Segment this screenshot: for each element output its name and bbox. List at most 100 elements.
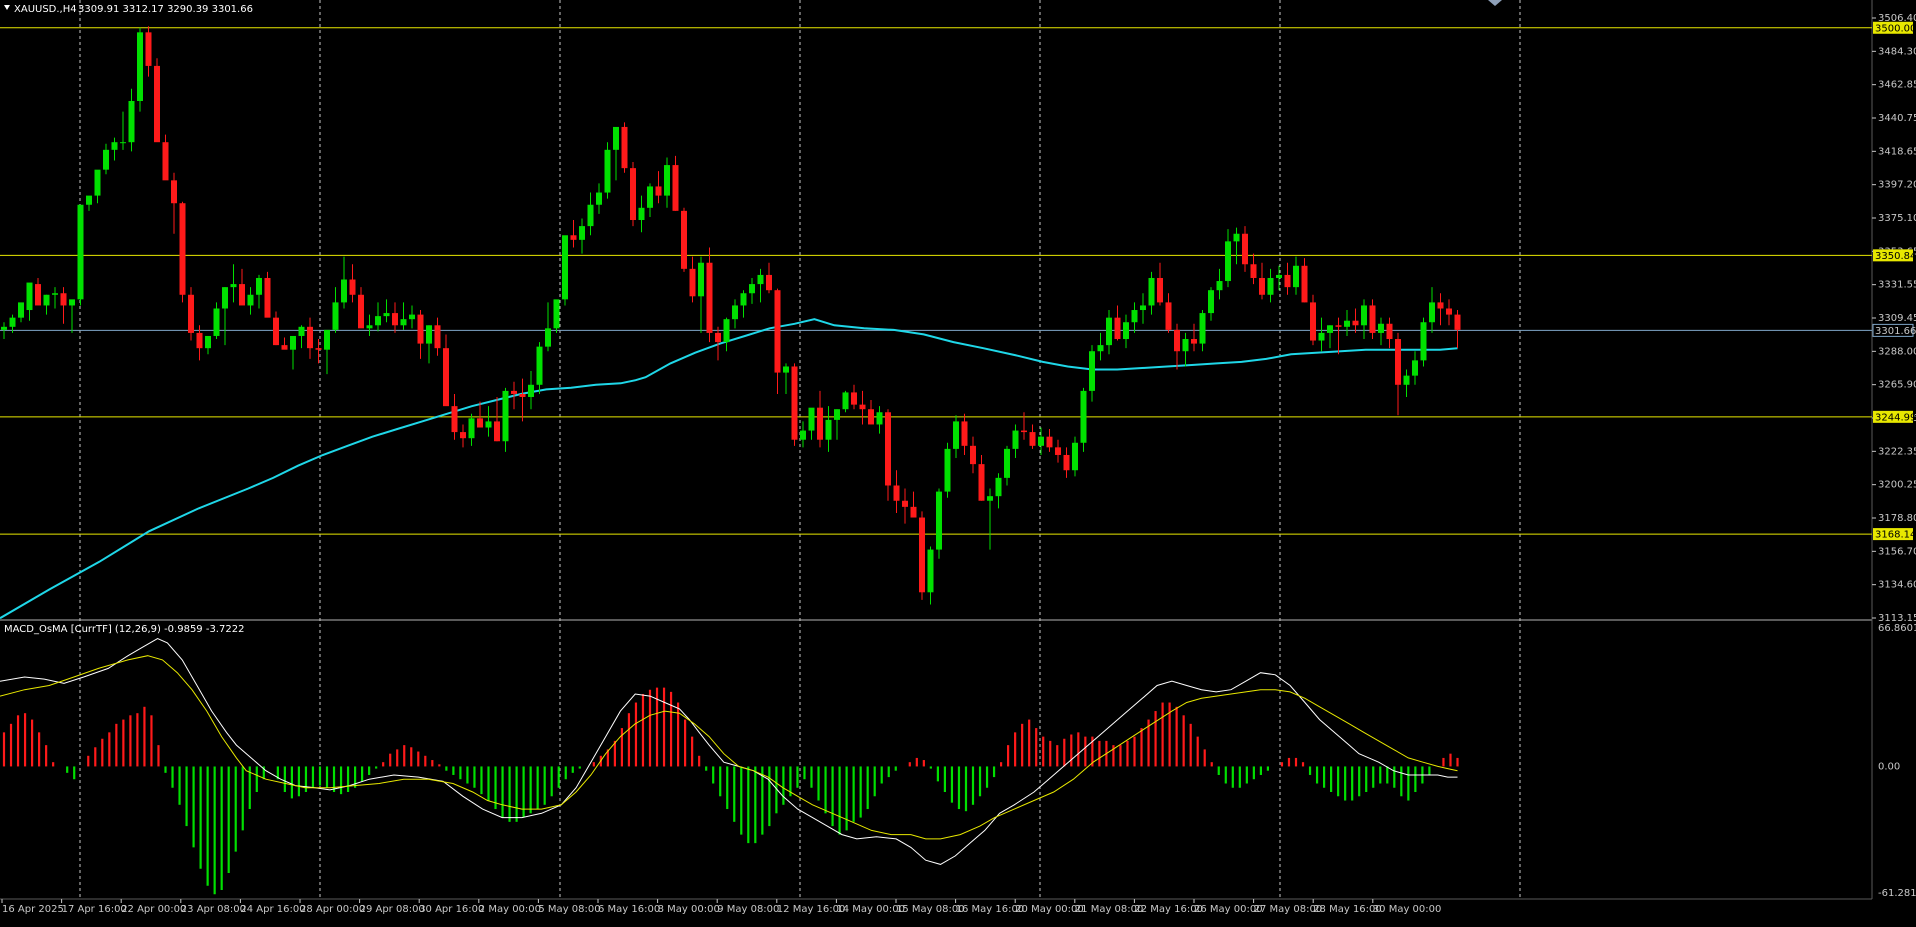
candle[interactable]: [1301, 258, 1308, 303]
candle[interactable]: [1403, 369, 1410, 397]
candle[interactable]: [995, 473, 1002, 509]
candle[interactable]: [953, 415, 959, 459]
candle[interactable]: [392, 302, 398, 333]
candle[interactable]: [681, 207, 687, 272]
candle[interactable]: [536, 342, 543, 394]
candle[interactable]: [859, 390, 866, 425]
candle[interactable]: [936, 488, 942, 559]
candle[interactable]: [766, 262, 772, 294]
candle[interactable]: [1267, 268, 1274, 303]
candle[interactable]: [213, 302, 220, 340]
candle[interactable]: [1412, 351, 1418, 385]
candle[interactable]: [740, 290, 747, 318]
candle[interactable]: [1140, 293, 1146, 324]
candle[interactable]: [672, 155, 679, 211]
candle[interactable]: [562, 235, 568, 306]
candle[interactable]: [570, 220, 577, 248]
candle[interactable]: [307, 317, 313, 359]
candle[interactable]: [851, 384, 857, 410]
candle[interactable]: [1318, 317, 1325, 352]
candle[interactable]: [1131, 302, 1138, 333]
candle[interactable]: [1029, 424, 1036, 449]
candle[interactable]: [1284, 262, 1291, 295]
candle[interactable]: [774, 288, 781, 394]
candle[interactable]: [18, 302, 24, 323]
candle[interactable]: [443, 334, 449, 407]
candle[interactable]: [375, 302, 381, 332]
candle[interactable]: [69, 299, 75, 333]
candle[interactable]: [1165, 293, 1172, 333]
candle[interactable]: [783, 363, 789, 394]
candle[interactable]: [1080, 387, 1087, 452]
candle[interactable]: [290, 335, 296, 370]
candle[interactable]: [400, 302, 407, 330]
candle[interactable]: [239, 268, 245, 306]
candle[interactable]: [137, 27, 143, 112]
candle[interactable]: [1420, 317, 1427, 367]
candle[interactable]: [519, 378, 526, 422]
candle[interactable]: [264, 271, 271, 318]
candle[interactable]: [1063, 447, 1070, 478]
candle[interactable]: [26, 282, 33, 321]
candle[interactable]: [460, 424, 466, 448]
candle[interactable]: [791, 363, 798, 446]
candle[interactable]: [902, 488, 908, 524]
trading-chart[interactable]: 3506.40 3484.30 3462.85 3440.75 3418.65 3397.…: [0, 0, 1916, 923]
candle[interactable]: [188, 287, 194, 341]
candle[interactable]: [978, 454, 985, 501]
candle[interactable]: [120, 111, 126, 150]
candle[interactable]: [1072, 436, 1078, 477]
candle[interactable]: [315, 339, 322, 364]
candle[interactable]: [1386, 317, 1393, 349]
candle[interactable]: [1106, 310, 1112, 355]
candle[interactable]: [1097, 332, 1104, 361]
candle[interactable]: [1335, 317, 1342, 355]
candle[interactable]: [706, 247, 713, 343]
candle[interactable]: [366, 314, 373, 336]
candle[interactable]: [1225, 229, 1231, 288]
candle[interactable]: [876, 406, 883, 434]
candle[interactable]: [1250, 253, 1257, 285]
candle[interactable]: [944, 442, 951, 498]
candle[interactable]: [834, 409, 840, 440]
candle[interactable]: [434, 317, 441, 356]
candle[interactable]: [1327, 325, 1333, 349]
candle[interactable]: [587, 192, 594, 236]
candle[interactable]: [638, 195, 645, 233]
candle[interactable]: [417, 310, 424, 359]
candle[interactable]: [961, 413, 968, 455]
candle[interactable]: [1242, 226, 1248, 272]
candle[interactable]: [919, 511, 925, 600]
candle[interactable]: [885, 409, 891, 501]
candle[interactable]: [528, 371, 534, 410]
candle[interactable]: [468, 413, 475, 446]
candle[interactable]: [1148, 271, 1155, 315]
candle[interactable]: [647, 183, 653, 217]
candle[interactable]: [426, 325, 432, 364]
candle[interactable]: [689, 256, 696, 303]
candle[interactable]: [128, 88, 135, 152]
candle[interactable]: [1004, 445, 1010, 486]
candle[interactable]: [1174, 323, 1180, 370]
candle[interactable]: [145, 26, 152, 77]
candle[interactable]: [1369, 299, 1376, 340]
candle[interactable]: [247, 287, 254, 315]
candle[interactable]: [1114, 305, 1121, 341]
candle[interactable]: [77, 204, 84, 306]
candle[interactable]: [332, 287, 339, 333]
candle[interactable]: [341, 256, 347, 309]
candle[interactable]: [749, 277, 755, 304]
candle[interactable]: [1012, 424, 1019, 459]
chart-canvas[interactable]: 3506.403484.303462.853440.753418.653397.…: [0, 0, 1916, 923]
candle[interactable]: [52, 287, 58, 309]
candle[interactable]: [1310, 294, 1316, 346]
candle[interactable]: [1344, 310, 1350, 336]
candle[interactable]: [987, 488, 993, 550]
candle[interactable]: [621, 122, 628, 173]
candle[interactable]: [553, 299, 560, 333]
candle[interactable]: [230, 264, 237, 303]
candle[interactable]: [579, 218, 585, 254]
candle[interactable]: [1199, 310, 1206, 352]
candle[interactable]: [256, 274, 262, 309]
candle[interactable]: [1233, 227, 1240, 265]
